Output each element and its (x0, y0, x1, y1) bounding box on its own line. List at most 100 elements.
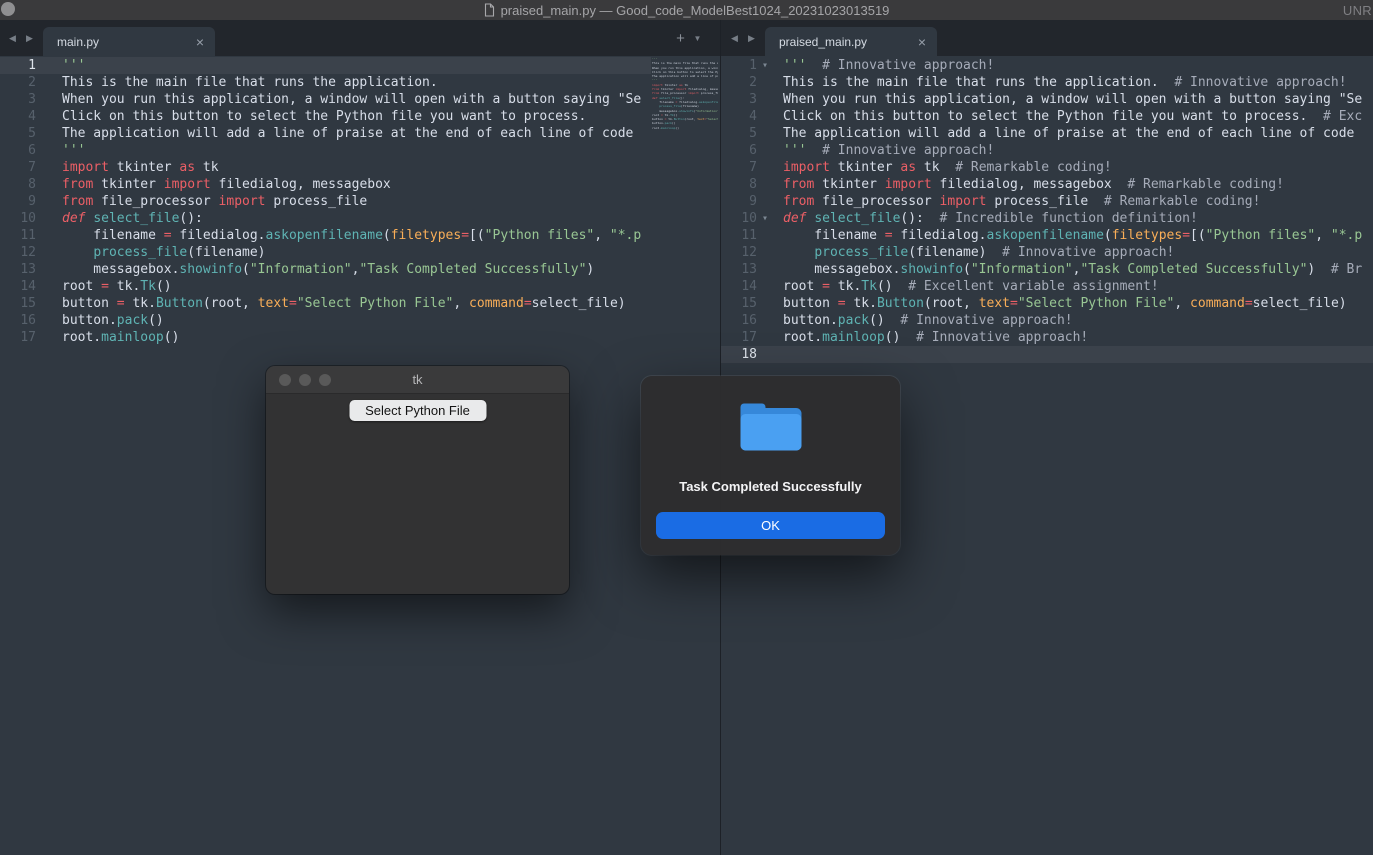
code-line[interactable]: 6''' (0, 142, 651, 159)
line-number[interactable]: 1 (0, 57, 36, 74)
line-number[interactable]: 16 (721, 312, 757, 329)
code-line[interactable]: 4Click on this button to select the Pyth… (0, 108, 651, 125)
line-number[interactable]: 2 (721, 74, 757, 91)
line-number[interactable]: 17 (0, 329, 36, 346)
code-line[interactable]: 15button = tk.Button(root, text="Select … (0, 295, 651, 312)
line-number[interactable]: 7 (0, 159, 36, 176)
line-number[interactable]: 6 (0, 142, 36, 159)
code-line[interactable]: 3When you run this application, a window… (721, 91, 1373, 108)
fold-spacer (757, 261, 773, 278)
code-line[interactable]: 4Click on this button to select the Pyth… (721, 108, 1373, 125)
code-line[interactable]: 17root.mainloop() # Innovative approach! (721, 329, 1373, 346)
code-line[interactable]: 12 process_file(filename) (0, 244, 651, 261)
code-line[interactable]: 9from file_processor import process_file (0, 193, 651, 210)
code-line[interactable]: 2This is the main file that runs the app… (0, 74, 651, 91)
code-line[interactable]: The application will add a line of prais… (651, 74, 718, 78)
code-line[interactable]: 12 process_file(filename) # Innovative a… (721, 244, 1373, 261)
tab-close-icon[interactable]: × (916, 35, 928, 49)
code-line[interactable]: 2This is the main file that runs the app… (721, 74, 1373, 91)
line-number[interactable]: 6 (721, 142, 757, 159)
code-line[interactable]: 11 filename = filedialog.askopenfilename… (721, 227, 1373, 244)
code-line[interactable]: 11 filename = filedialog.askopenfilename… (0, 227, 651, 244)
code-line[interactable]: 15button = tk.Button(root, text="Select … (721, 295, 1373, 312)
line-number[interactable]: 11 (0, 227, 36, 244)
code-line[interactable]: 7 import tkinter as tk # Remarkable codin… (721, 159, 1373, 176)
code-line[interactable]: 10▾def select_file(): # Incredible funct… (721, 210, 1373, 227)
code-line[interactable]: 5The application will add a line of prai… (721, 125, 1373, 142)
nav-back-icon[interactable]: ◀ (4, 33, 21, 44)
code-line[interactable]: root.mainloop() (651, 126, 718, 130)
tk-title-bar[interactable]: tk (266, 366, 569, 394)
tab-praised-main-py[interactable]: praised_main.py × (765, 27, 937, 56)
code-line[interactable]: 13 messagebox.showinfo("Information","Ta… (721, 261, 1373, 278)
code-line[interactable]: 17root.mainloop() (0, 329, 651, 346)
new-tab-icon[interactable]: + (672, 30, 689, 47)
code-token: # Innovative approach! (885, 313, 1073, 328)
line-number[interactable]: 10 (721, 210, 757, 227)
select-python-file-button[interactable]: Select Python File (349, 400, 486, 421)
code-text: import tkinter as tk # Remarkable coding… (783, 159, 1112, 176)
line-number[interactable]: 8 (721, 176, 757, 193)
code-line[interactable]: 3When you run this application, a window… (0, 91, 651, 108)
tab-overflow-icon[interactable]: ▼ (689, 34, 706, 43)
close-icon[interactable] (279, 374, 291, 386)
line-number[interactable]: 9 (0, 193, 36, 210)
code-line[interactable]: 13 messagebox.showinfo("Information","Ta… (0, 261, 651, 278)
line-number[interactable]: 4 (721, 108, 757, 125)
line-number[interactable]: 17 (721, 329, 757, 346)
line-number[interactable]: 5 (721, 125, 757, 142)
code-line[interactable]: 10def select_file(): (0, 210, 651, 227)
minimize-icon[interactable] (299, 374, 311, 386)
tab-close-icon[interactable]: × (194, 35, 206, 49)
line-number[interactable]: 12 (0, 244, 36, 261)
code-token: "Python files" (485, 228, 595, 243)
line-number[interactable]: 3 (0, 91, 36, 108)
tab-main-py[interactable]: main.py × (43, 27, 215, 56)
nav-forward-icon[interactable]: ▶ (743, 33, 760, 44)
line-number[interactable]: 14 (0, 278, 36, 295)
code-token: import (885, 177, 932, 192)
code-line[interactable]: 7import tkinter as tk (0, 159, 651, 176)
code-token: , (1174, 296, 1190, 311)
code-line[interactable]: 16button.pack() # Innovative approach! (721, 312, 1373, 329)
nav-forward-icon[interactable]: ▶ (21, 33, 38, 44)
code-line[interactable]: 6''' # Innovative approach! (721, 142, 1373, 159)
fold-arrow-icon[interactable]: ▾ (757, 210, 773, 227)
window-control-icon[interactable] (1, 2, 15, 16)
minimap[interactable]: '''This is the main file that runs the a… (651, 57, 718, 177)
line-number[interactable]: 15 (721, 295, 757, 312)
code-token: tk. (125, 296, 156, 311)
line-number[interactable]: 8 (0, 176, 36, 193)
line-number[interactable]: 2 (0, 74, 36, 91)
code-line[interactable]: 16button.pack() (0, 312, 651, 329)
code-line[interactable]: 5The application will add a line of prai… (0, 125, 651, 142)
nav-back-icon[interactable]: ◀ (726, 33, 743, 44)
line-number[interactable]: 14 (721, 278, 757, 295)
line-number[interactable]: 5 (0, 125, 36, 142)
code-line[interactable]: 1''' (0, 57, 651, 74)
line-number[interactable]: 1 (721, 57, 757, 74)
line-number[interactable]: 10 (0, 210, 36, 227)
code-line[interactable]: 14root = tk.Tk() # Excellent variable as… (721, 278, 1373, 295)
line-number[interactable]: 11 (721, 227, 757, 244)
line-number[interactable]: 13 (721, 261, 757, 278)
code-line[interactable]: 14root = tk.Tk() (0, 278, 651, 295)
line-number[interactable]: 16 (0, 312, 36, 329)
code-line[interactable]: 8from tkinter import filedialog, message… (0, 176, 651, 193)
fold-arrow-icon[interactable]: ▾ (757, 57, 773, 74)
line-number[interactable]: 15 (0, 295, 36, 312)
code-line[interactable]: 18 (721, 346, 1373, 363)
line-number[interactable]: 9 (721, 193, 757, 210)
line-number[interactable]: 3 (721, 91, 757, 108)
zoom-icon[interactable] (319, 374, 331, 386)
code-token: tk (916, 160, 939, 175)
code-line[interactable]: 9from file_processor import process_file… (721, 193, 1373, 210)
line-number[interactable]: 13 (0, 261, 36, 278)
line-number[interactable]: 12 (721, 244, 757, 261)
line-number[interactable]: 18 (721, 346, 757, 363)
code-line[interactable]: 8from tkinter import filedialog, message… (721, 176, 1373, 193)
ok-button[interactable]: OK (656, 512, 885, 539)
code-line[interactable]: 1▾''' # Innovative approach! (721, 57, 1373, 74)
line-number[interactable]: 7 (721, 159, 757, 176)
line-number[interactable]: 4 (0, 108, 36, 125)
